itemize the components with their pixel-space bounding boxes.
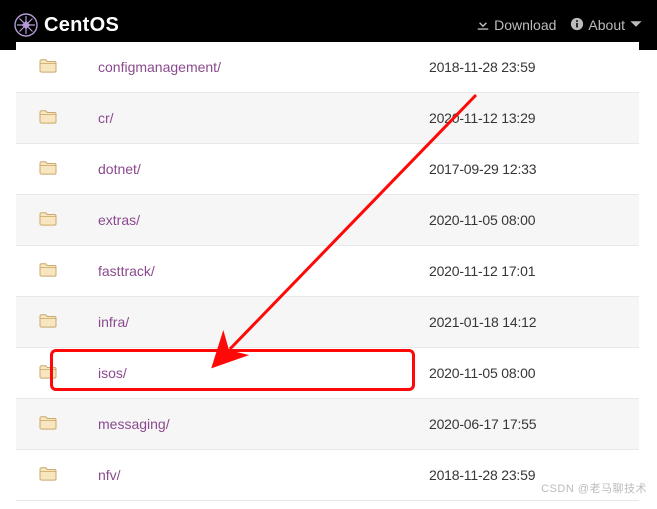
- folder-icon: [39, 264, 57, 280]
- download-label: Download: [494, 17, 556, 33]
- table-row: dotnet/2017-09-29 12:33: [16, 144, 639, 195]
- table-row: infra/2021-01-18 14:12: [16, 297, 639, 348]
- date-cell: 2020-11-05 08:00: [429, 195, 639, 246]
- directory-link[interactable]: isos/: [98, 365, 127, 381]
- date-cell: 2020-11-12 13:29: [429, 93, 639, 144]
- folder-icon: [39, 315, 57, 331]
- date-cell: 2020-11-12 17:01: [429, 246, 639, 297]
- table-row: extras/2020-11-05 08:00: [16, 195, 639, 246]
- watermark: CSDN @老马聊技术: [541, 480, 647, 496]
- folder-icon: [39, 111, 57, 127]
- date-cell: 2017-09-29 12:33: [429, 144, 639, 195]
- centos-logo-icon: [14, 13, 38, 37]
- folder-icon: [39, 366, 57, 382]
- brand-text: CentOS: [44, 14, 119, 37]
- directory-link[interactable]: cr/: [98, 110, 114, 126]
- directory-link[interactable]: messaging/: [98, 416, 170, 432]
- table-row: isos/2020-11-05 08:00: [16, 348, 639, 399]
- date-cell: 2020-06-17 17:55: [429, 399, 639, 450]
- directory-link[interactable]: fasttrack/: [98, 263, 155, 279]
- date-cell: 2021-01-18 14:12: [429, 297, 639, 348]
- brand[interactable]: CentOS: [14, 13, 119, 37]
- about-label: About: [588, 17, 625, 33]
- nav-actions: Download About: [476, 17, 643, 34]
- chevron-down-icon: [629, 17, 643, 34]
- folder-icon: [39, 162, 57, 178]
- about-link[interactable]: About: [570, 17, 643, 34]
- download-icon: [476, 17, 490, 34]
- folder-icon: [39, 213, 57, 229]
- directory-table: configmanagement/2018-11-28 23:59cr/2020…: [16, 42, 639, 501]
- table-row: cr/2020-11-12 13:29: [16, 93, 639, 144]
- directory-link[interactable]: extras/: [98, 212, 140, 228]
- info-icon: [570, 17, 584, 34]
- directory-link[interactable]: infra/: [98, 314, 129, 330]
- download-link[interactable]: Download: [476, 17, 556, 34]
- directory-link[interactable]: nfv/: [98, 467, 121, 483]
- date-cell: 2020-11-05 08:00: [429, 348, 639, 399]
- table-row: messaging/2020-06-17 17:55: [16, 399, 639, 450]
- directory-link[interactable]: configmanagement/: [98, 59, 221, 75]
- folder-icon: [39, 417, 57, 433]
- table-row: fasttrack/2020-11-12 17:01: [16, 246, 639, 297]
- folder-icon: [39, 60, 57, 76]
- directory-link[interactable]: dotnet/: [98, 161, 141, 177]
- date-cell: 2018-11-28 23:59: [429, 42, 639, 93]
- table-row: configmanagement/2018-11-28 23:59: [16, 42, 639, 93]
- folder-icon: [39, 468, 57, 484]
